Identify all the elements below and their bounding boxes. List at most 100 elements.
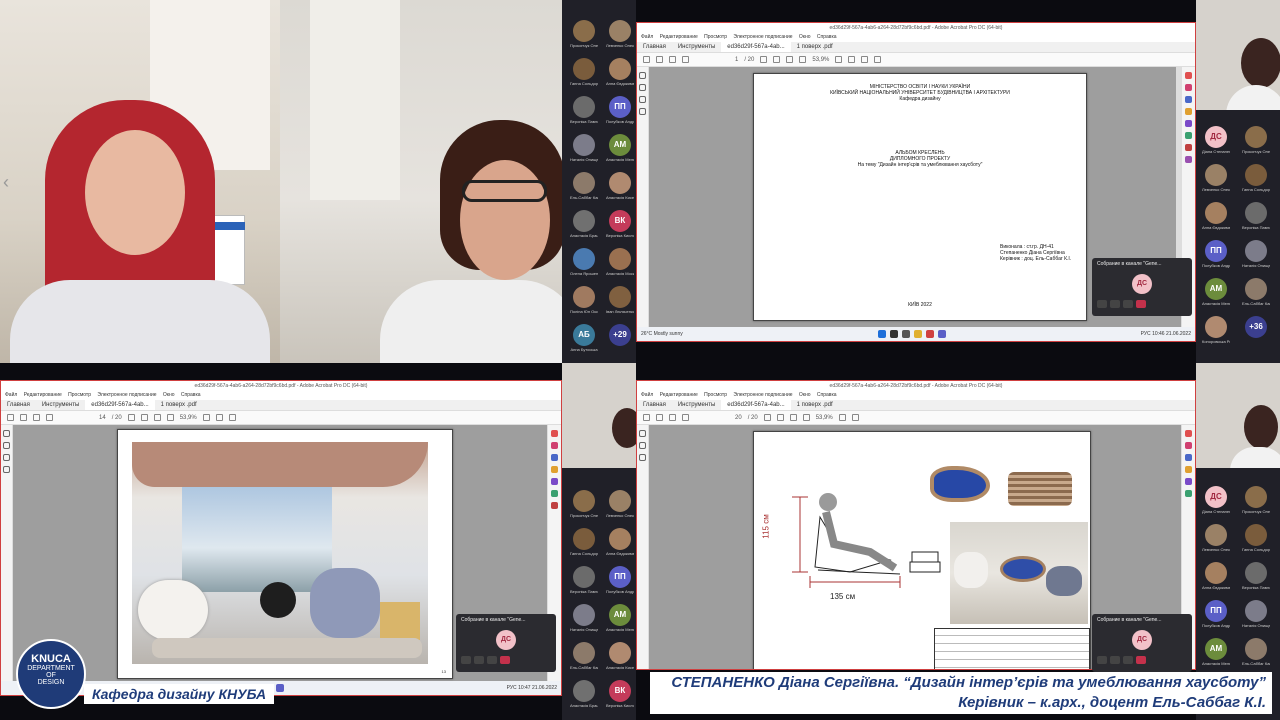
participant-tile[interactable]: Анна Євдокимен... bbox=[1202, 202, 1230, 230]
participant-tile[interactable]: Ганна Сольдор... bbox=[1242, 524, 1270, 552]
participant-tile[interactable]: Ель-Саббаг Касім... bbox=[570, 642, 598, 670]
participant-tile[interactable]: ДСДіана Степаненко bbox=[1202, 486, 1230, 514]
organize-icon[interactable] bbox=[1185, 132, 1192, 139]
cursor-icon[interactable] bbox=[127, 414, 135, 421]
highlight-icon[interactable] bbox=[228, 414, 236, 421]
participant-tile[interactable]: Ганна Сольдор... bbox=[570, 528, 598, 556]
zoom-value[interactable]: 53,9% bbox=[180, 415, 197, 421]
participant-tile[interactable]: Вероніка Павлов... bbox=[1242, 202, 1270, 230]
menu-window[interactable]: Окно bbox=[163, 392, 175, 398]
comment-icon[interactable] bbox=[848, 56, 856, 63]
tab-document-2[interactable]: 1 поверх .pdf bbox=[791, 400, 839, 410]
participant-tile[interactable]: АМАнастасія Мельн... bbox=[606, 134, 634, 162]
save-icon[interactable] bbox=[7, 414, 14, 421]
camera-icon[interactable] bbox=[1097, 656, 1107, 664]
participant-tile[interactable]: АМАнастасія Мельн... bbox=[606, 604, 634, 632]
participant-tile[interactable]: Левченко Олексі... bbox=[1202, 164, 1230, 192]
combine-icon[interactable] bbox=[551, 478, 558, 485]
tab-tools[interactable]: Инструменты bbox=[672, 400, 721, 410]
menu-help[interactable]: Справка bbox=[181, 392, 201, 398]
search-icon[interactable] bbox=[682, 56, 689, 63]
layers-icon[interactable] bbox=[639, 108, 646, 115]
sign-icon[interactable] bbox=[874, 56, 882, 63]
participant-tile[interactable]: АМАнастасія Мельн... bbox=[1202, 638, 1230, 666]
tab-document-2[interactable]: 1 поверх .pdf bbox=[155, 400, 203, 410]
camera-icon[interactable] bbox=[1097, 300, 1107, 308]
participant-tile[interactable]: Анастасія Брацу... bbox=[570, 680, 598, 708]
menu-edit[interactable]: Редактирование bbox=[24, 392, 62, 398]
participant-tile[interactable]: ВКВероніка Кисляк... bbox=[606, 210, 634, 238]
acrobat-icon[interactable] bbox=[925, 330, 934, 338]
participant-tile[interactable]: Іван Люльченко... bbox=[606, 286, 634, 314]
menu-help[interactable]: Справка bbox=[817, 392, 837, 398]
highlight-icon[interactable] bbox=[861, 56, 869, 63]
participant-tile[interactable]: Наталія Онищенко... bbox=[1242, 240, 1270, 268]
hangup-icon[interactable] bbox=[500, 656, 510, 664]
more-participants-button[interactable]: +36 bbox=[1242, 316, 1270, 339]
tab-tools[interactable]: Инструменты bbox=[36, 400, 85, 410]
weather-temp[interactable]: 26°C bbox=[641, 331, 652, 337]
participant-tile[interactable]: Анастасія Кисел... bbox=[606, 172, 634, 200]
participant-tile[interactable]: Ганна Сольдор... bbox=[570, 58, 598, 86]
tab-home[interactable]: Главная bbox=[1, 400, 36, 410]
fit-page-icon[interactable] bbox=[202, 414, 210, 421]
participant-tile[interactable]: ПППолубков Андрій... bbox=[1202, 240, 1230, 268]
menu-help[interactable]: Справка bbox=[817, 34, 837, 40]
thumbnails-icon[interactable] bbox=[639, 72, 646, 79]
share-icon[interactable] bbox=[487, 656, 497, 664]
teams-icon[interactable] bbox=[275, 684, 284, 692]
comment-tool-icon[interactable] bbox=[1185, 466, 1192, 473]
share-icon[interactable] bbox=[1123, 656, 1133, 664]
tab-home[interactable]: Главная bbox=[637, 400, 672, 410]
thumbnails-icon[interactable] bbox=[3, 430, 10, 437]
attachment-icon[interactable] bbox=[639, 96, 646, 103]
redact-icon[interactable] bbox=[1185, 144, 1192, 151]
hand-icon[interactable] bbox=[773, 56, 781, 63]
search-icon[interactable] bbox=[46, 414, 53, 421]
participant-tile[interactable]: Левченко Олексі... bbox=[1202, 524, 1230, 552]
hangup-icon[interactable] bbox=[1136, 656, 1146, 664]
print-icon[interactable] bbox=[33, 414, 40, 421]
participant-tile[interactable]: Ель-Саббаг Касім... bbox=[1242, 278, 1270, 306]
print-icon[interactable] bbox=[669, 56, 676, 63]
prev-arrow[interactable]: ‹ bbox=[3, 172, 9, 193]
upload-icon[interactable] bbox=[20, 414, 27, 421]
export-pdf-icon[interactable] bbox=[551, 430, 558, 437]
clock-time[interactable]: 10:47 bbox=[518, 685, 531, 691]
search-icon[interactable] bbox=[682, 414, 689, 421]
participant-tile[interactable]: ПППолубков Андрій... bbox=[1202, 600, 1230, 628]
menu-window[interactable]: Окно bbox=[799, 34, 811, 40]
menu-view[interactable]: Просмотр bbox=[68, 392, 91, 398]
tab-document-2[interactable]: 1 поверх .pdf bbox=[791, 42, 839, 52]
zoom-value[interactable]: 53,9% bbox=[812, 57, 829, 63]
attachment-icon[interactable] bbox=[3, 454, 10, 461]
menu-esign[interactable]: Электронное подписание bbox=[733, 34, 792, 40]
create-pdf-icon[interactable] bbox=[551, 442, 558, 449]
explorer-icon[interactable] bbox=[913, 330, 922, 338]
comment-tool-icon[interactable] bbox=[551, 466, 558, 473]
participant-tile[interactable]: АМАнастасія Мельн... bbox=[1202, 278, 1230, 306]
page-number-input[interactable]: 20 bbox=[735, 415, 742, 421]
menu-file[interactable]: Файл bbox=[5, 392, 17, 398]
bookmark-icon[interactable] bbox=[639, 442, 646, 449]
participant-tile[interactable]: Наталія Онищенко... bbox=[570, 604, 598, 632]
tab-home[interactable]: Главная bbox=[637, 42, 672, 52]
mic-icon[interactable] bbox=[1110, 656, 1120, 664]
participant-tile[interactable]: Вероніка Павлов... bbox=[570, 96, 598, 124]
save-icon[interactable] bbox=[643, 56, 650, 63]
comment-icon[interactable] bbox=[215, 414, 223, 421]
thumbnails-icon[interactable] bbox=[639, 430, 646, 437]
bookmark-icon[interactable] bbox=[3, 442, 10, 449]
participant-tile[interactable]: Прокопчук Олексі... bbox=[570, 490, 598, 518]
participant-tile[interactable]: ПППолубков Андрій... bbox=[606, 566, 634, 594]
participant-tile[interactable]: ДСДіана Степаненко bbox=[1202, 126, 1230, 154]
menu-edit[interactable]: Редактирование bbox=[660, 34, 698, 40]
cursor-icon[interactable] bbox=[763, 414, 771, 421]
comment-icon[interactable] bbox=[851, 414, 859, 421]
create-pdf-icon[interactable] bbox=[1185, 442, 1192, 449]
menu-edit[interactable]: Редактирование bbox=[660, 392, 698, 398]
menu-file[interactable]: Файл bbox=[641, 34, 653, 40]
zoom-out-icon[interactable] bbox=[789, 414, 797, 421]
mic-icon[interactable] bbox=[474, 656, 484, 664]
save-icon[interactable] bbox=[643, 414, 650, 421]
